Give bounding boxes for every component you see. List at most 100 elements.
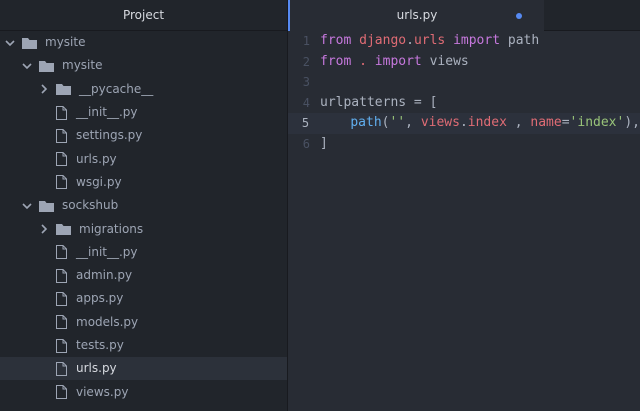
file-icon — [56, 291, 67, 306]
code-token: path — [350, 115, 382, 130]
code-token: urlpatterns — [320, 94, 407, 110]
code-token: . — [359, 53, 367, 69]
line-number: 3 — [302, 75, 310, 89]
code-token: views — [421, 53, 469, 69]
code-token: django — [359, 33, 407, 48]
code-text: from django.urls import path — [320, 31, 539, 52]
code-token: 'index' — [569, 115, 625, 130]
file-icon — [56, 152, 67, 167]
tree-item-label: views.py — [76, 384, 129, 399]
tree-item-label: sockshub — [62, 198, 119, 213]
tree-file[interactable]: views.py — [0, 380, 287, 403]
file-icon — [56, 105, 67, 120]
code-token: urls — [413, 33, 446, 48]
code-token: import — [453, 33, 501, 48]
tree-item-label: migrations — [79, 221, 144, 236]
tree-file[interactable]: urls.py — [0, 147, 287, 170]
chevron-down-icon[interactable] — [21, 60, 33, 72]
tree-item-label: tests.py — [76, 338, 124, 352]
code-token: name — [530, 115, 562, 130]
modified-indicator-icon[interactable] — [516, 13, 522, 19]
code-text: path('', views.index , name='index'), — [319, 113, 640, 134]
line-number: 6 — [302, 136, 310, 151]
tree-file[interactable]: wsgi.py — [0, 171, 287, 194]
file-icon — [56, 315, 67, 330]
tree-folder[interactable]: mysite — [0, 31, 287, 54]
code-line[interactable]: 3 — [288, 72, 640, 93]
code-line[interactable]: 2 from . import views — [288, 52, 640, 73]
code-token: from — [320, 53, 352, 69]
code-token: = — [561, 115, 570, 130]
tab-label: urls.py — [396, 8, 438, 22]
folder-icon — [39, 200, 54, 212]
code-token: ), — [624, 115, 640, 130]
file-icon — [56, 338, 67, 353]
tree-file[interactable]: apps.py — [0, 287, 287, 310]
code-token: = — [406, 94, 430, 110]
tree-item-label: __pycache__ — [79, 81, 154, 96]
file-icon — [56, 128, 67, 143]
tree-item-label: settings.py — [76, 128, 143, 143]
tree-file[interactable]: __init__.py — [0, 101, 287, 124]
code-token: from — [320, 33, 352, 48]
code-token: index — [467, 115, 507, 130]
project-sidebar: Project mysite mysite __pycache__ __init__.… — [0, 0, 288, 411]
code-token: '' — [389, 115, 406, 130]
code-text: urlpatterns = [ — [320, 93, 437, 114]
tree-item-label: wsgi.py — [76, 174, 122, 189]
code-token: path — [500, 33, 540, 48]
file-icon — [56, 245, 67, 260]
tree-file[interactable]: tests.py — [0, 334, 287, 357]
code-token: ] — [320, 135, 328, 151]
code-token: import — [374, 53, 422, 69]
line-number: 5 — [301, 116, 310, 130]
tree-item-label: mysite — [45, 35, 86, 50]
folder-icon — [39, 60, 54, 72]
line-number: 4 — [302, 95, 310, 110]
tree-item-label: urls.py — [76, 361, 117, 376]
chevron-down-icon[interactable] — [21, 200, 33, 212]
tree-file[interactable]: __init__.py — [0, 241, 287, 264]
code-token: ( — [381, 115, 390, 130]
line-number: 1 — [302, 34, 310, 48]
tree-file[interactable]: models.py — [0, 311, 287, 334]
chevron-right-icon[interactable] — [38, 83, 50, 95]
tab-urls-py[interactable]: urls.py — [288, 0, 544, 31]
tree-folder[interactable]: mysite — [0, 54, 287, 77]
file-icon — [56, 268, 67, 283]
chevron-down-icon[interactable] — [4, 37, 16, 49]
folder-icon — [56, 83, 71, 96]
tree-item-label: apps.py — [76, 291, 124, 306]
tree-folder[interactable]: sockshub — [0, 194, 287, 217]
code-line[interactable]: 4 urlpatterns = [ — [288, 93, 640, 114]
code-line[interactable]: 6] — [288, 134, 640, 155]
line-number: 2 — [302, 54, 310, 69]
code-text: ] — [320, 134, 328, 155]
tree-item-label: admin.py — [76, 268, 133, 283]
tree-file[interactable]: urls.py — [0, 357, 287, 381]
file-icon — [56, 175, 67, 190]
code-line[interactable]: 1 from django.urls import path — [288, 31, 640, 52]
tree-item-label: mysite — [62, 58, 103, 73]
tree-folder[interactable]: __pycache__ — [0, 78, 287, 101]
tree-file[interactable]: settings.py — [0, 124, 287, 147]
folder-icon — [22, 37, 37, 49]
tree-file[interactable]: admin.py — [0, 264, 287, 287]
code-line[interactable]: 5 path('', views.index , name='index'), — [288, 113, 640, 134]
tree-item-label: models.py — [76, 314, 139, 329]
code-token: views — [420, 115, 460, 130]
code-token: . — [406, 33, 414, 48]
code-token: , — [506, 115, 531, 130]
code-editor[interactable]: 1 from django.urls import path 2 from . imp… — [288, 31, 640, 154]
tree-item-label: __init__.py — [76, 244, 138, 259]
code-token: , — [405, 115, 421, 130]
chevron-right-icon[interactable] — [38, 223, 50, 235]
code-token: . — [459, 115, 468, 130]
sidebar-title: Project — [0, 0, 287, 31]
tree-folder[interactable]: migrations — [0, 217, 287, 240]
